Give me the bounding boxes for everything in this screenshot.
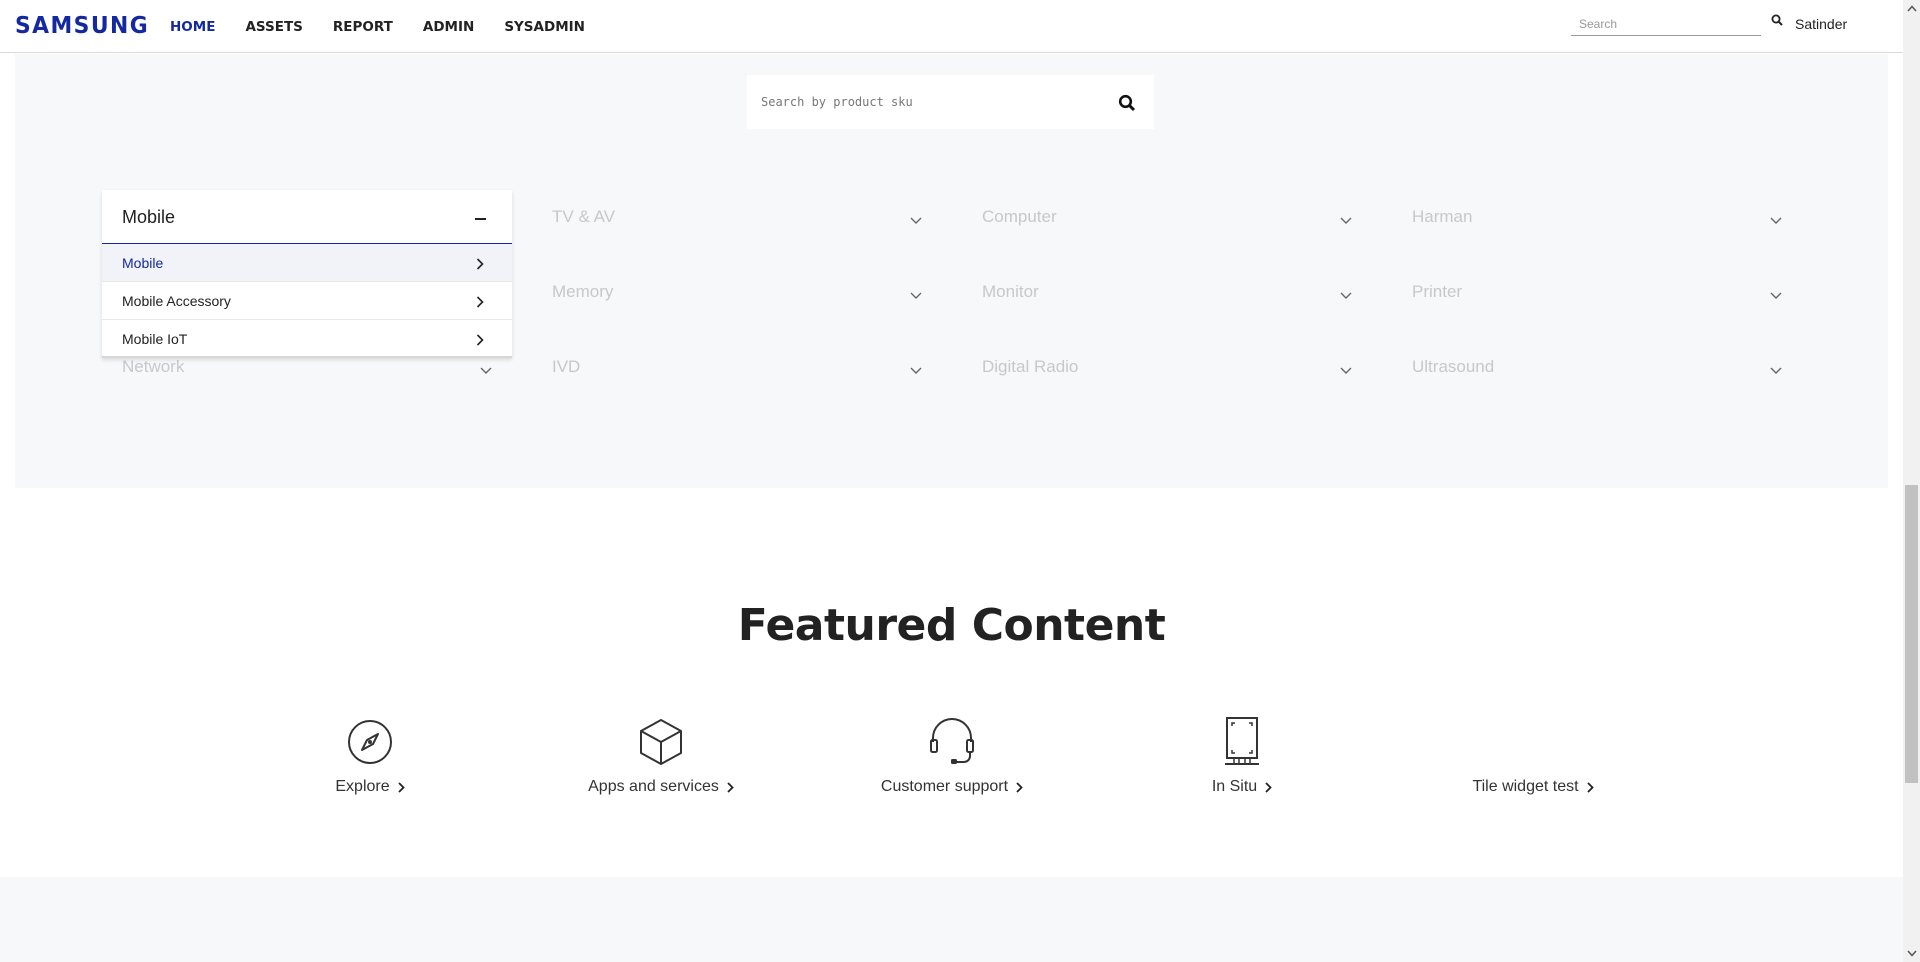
tile-label: Apps and services: [588, 778, 734, 796]
subcategory-mobile-accessory[interactable]: Mobile Accessory: [102, 282, 512, 320]
subcategory-label: Mobile Accessory: [122, 293, 231, 309]
category-mobile-header[interactable]: Mobile: [102, 190, 512, 244]
tile-label: Explore: [335, 778, 405, 796]
tile-text: Explore: [335, 778, 390, 795]
main-nav: HOME ASSETS REPORT ADMIN SYSADMIN: [170, 19, 615, 35]
subcategory-label: Mobile IoT: [122, 331, 188, 347]
tile-widget-test[interactable]: Tile widget test: [1408, 710, 1658, 796]
chevron-right-icon: [397, 781, 405, 793]
tile-text: In Situ: [1211, 778, 1258, 795]
category-digital-radio[interactable]: Digital Radio: [962, 340, 1370, 394]
category-memory[interactable]: Memory: [532, 265, 940, 319]
user-menu[interactable]: Satinder: [1795, 16, 1847, 32]
chevron-down-icon: [1340, 287, 1352, 305]
collapse-minus-icon[interactable]: [475, 218, 486, 220]
tile-text: Customer support: [880, 778, 1009, 795]
chevron-right-icon: [476, 257, 484, 275]
category-harman[interactable]: Harman: [1392, 190, 1800, 244]
chevron-right-icon: [1586, 781, 1594, 793]
category-label: Digital Radio: [982, 357, 1079, 376]
header-search-input[interactable]: [1571, 12, 1761, 35]
nav-admin[interactable]: ADMIN: [423, 19, 474, 35]
samsung-logo[interactable]: SAMSUNG: [15, 13, 149, 39]
nav-sysadmin[interactable]: SYSADMIN: [504, 19, 585, 35]
tile-text: Tile widget test: [1472, 778, 1579, 795]
category-label: Memory: [552, 282, 614, 301]
chevron-down-icon: [1340, 362, 1352, 380]
chevron-down-icon: [480, 362, 492, 380]
nav-assets[interactable]: ASSETS: [245, 19, 302, 35]
category-label: Monitor: [982, 282, 1039, 301]
category-label: IVD: [552, 357, 581, 376]
sku-search-input[interactable]: [747, 75, 1077, 129]
chevron-right-icon: [1265, 781, 1272, 793]
header-search: [1571, 12, 1761, 36]
subcategory-mobile-iot[interactable]: Mobile IoT: [102, 320, 512, 358]
category-printer[interactable]: Printer: [1392, 265, 1800, 319]
chevron-right-icon: [476, 333, 484, 351]
chevron-down-icon: [910, 212, 922, 230]
page-scrollbar[interactable]: [1903, 0, 1920, 962]
compass-icon: [245, 710, 495, 766]
category-computer[interactable]: Computer: [962, 190, 1370, 244]
box-icon: [536, 710, 786, 766]
tile-label: In Situ: [1212, 778, 1272, 796]
scroll-down-arrow-icon[interactable]: [1903, 945, 1920, 962]
category-label: Harman: [1412, 207, 1473, 226]
nav-home[interactable]: HOME: [170, 19, 215, 35]
scrollbar-thumb[interactable]: [1905, 485, 1918, 783]
tile-icon-placeholder: [1408, 710, 1658, 766]
subcategory-label: Mobile: [122, 255, 164, 271]
featured-content-title: Featured Content: [737, 600, 1166, 651]
tile-apps-and-services[interactable]: Apps and services: [536, 710, 786, 796]
tile-customer-support[interactable]: Customer support: [827, 710, 1077, 796]
chevron-down-icon: [1770, 287, 1782, 305]
category-label: Network: [122, 357, 185, 376]
tile-in-situ[interactable]: In Situ: [1117, 710, 1367, 796]
search-icon[interactable]: [1118, 94, 1136, 117]
chevron-right-icon: [1016, 781, 1023, 793]
chevron-right-icon: [727, 781, 734, 793]
tile-explore[interactable]: Explore: [245, 710, 495, 796]
chevron-down-icon: [910, 362, 922, 380]
category-title: Mobile: [122, 207, 176, 227]
category-label: Computer: [982, 207, 1057, 226]
footer-band: [0, 877, 1903, 962]
subcategory-mobile[interactable]: Mobile: [102, 244, 512, 282]
sku-search-box: [747, 75, 1154, 129]
nav-report[interactable]: REPORT: [333, 19, 393, 35]
tile-label: Tile widget test: [1472, 778, 1594, 796]
category-label: TV & AV: [552, 207, 615, 226]
category-monitor[interactable]: Monitor: [962, 265, 1370, 319]
category-ultrasound[interactable]: Ultrasound: [1392, 340, 1800, 394]
chevron-down-icon: [1770, 212, 1782, 230]
tile-text: Apps and services: [588, 778, 719, 795]
chevron-down-icon: [910, 287, 922, 305]
chevron-right-icon: [476, 295, 484, 313]
scroll-up-arrow-icon[interactable]: [1903, 0, 1920, 17]
device-frame-icon: [1117, 710, 1367, 766]
category-label: Printer: [1412, 282, 1463, 301]
chevron-down-icon: [1770, 362, 1782, 380]
top-header: SAMSUNG HOME ASSETS REPORT ADMIN SYSADMI…: [0, 0, 1903, 53]
category-label: Ultrasound: [1412, 357, 1495, 376]
search-icon[interactable]: [1771, 13, 1783, 31]
category-ivd[interactable]: IVD: [532, 340, 940, 394]
tile-label: Customer support: [881, 778, 1023, 796]
category-tv-av[interactable]: TV & AV: [532, 190, 940, 244]
headset-icon: [827, 710, 1077, 766]
category-mobile-expanded: Mobile Mobile Mobile Accessory Mobile Io…: [102, 190, 512, 358]
chevron-down-icon: [1340, 212, 1352, 230]
